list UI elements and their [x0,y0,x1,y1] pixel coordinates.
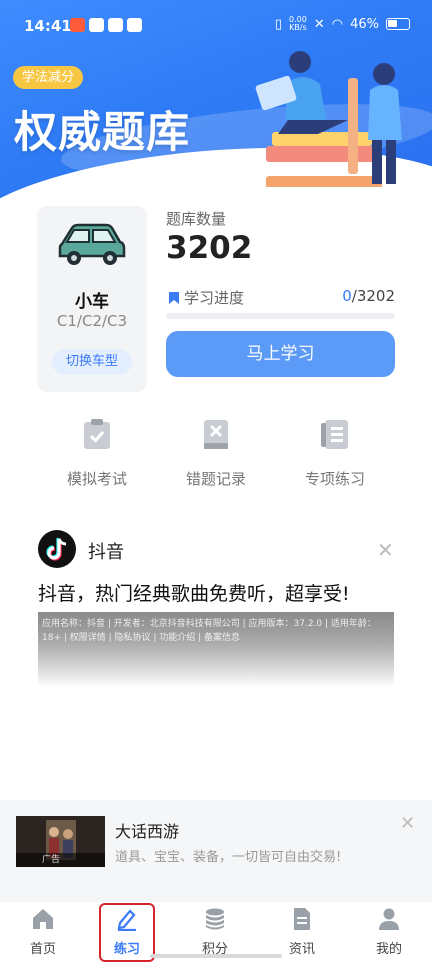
nav-profile[interactable]: 我的 [354,907,424,957]
progress-current: 0 [342,287,352,305]
home-indicator[interactable] [150,954,282,958]
wifi-icon: ◠ [331,16,344,32]
progress-label: 学习进度 [168,287,244,308]
sim-icon: ✕ [313,16,325,32]
notebook-icon [321,420,348,449]
wrong-book-icon [204,420,228,449]
progress-bar [166,313,395,319]
clipboard-check-icon [84,419,110,449]
nav-news[interactable]: 资讯 [267,907,337,957]
hero-title: 权威题库 [14,108,190,158]
status-time: 14:41 [24,17,72,35]
wrong-questions-label: 错题记录 [185,470,246,488]
ad-app-info[interactable]: 应用名称：抖音 | 开发者：北京抖音科技有限公司 | 应用版本：37.2.0 |… [42,617,392,645]
nav-home-label: 首页 [29,942,56,957]
special-practice-button[interactable]: 专项练习 [280,418,390,489]
practice-highlight-box [99,903,155,962]
douyin-logo-icon[interactable] [38,530,76,568]
mock-exam-button[interactable]: 模拟考试 [42,418,152,489]
battery-icon [386,18,410,30]
nav-points[interactable]: 积分 [180,907,250,957]
question-count: 3202 [166,230,253,266]
vehicle-name: 小车 [75,292,109,312]
notification-app-icon [70,18,85,32]
car-icon [58,223,126,265]
game-ad-description[interactable]: 道具、宝宝、装备，一切皆可自由交易! [115,846,341,865]
special-practice-label: 专项练习 [304,470,365,488]
nav-home[interactable]: 首页 [8,907,78,957]
notification-app-icon [89,18,104,32]
network-speed-unit: KB/s [289,23,307,32]
vehicle-license-types: C1/C2/C3 [56,312,128,330]
vibrate-icon: ▯ [274,16,283,32]
ad-slogan[interactable]: 抖音，热门经典歌曲免费听，超享受! [38,579,350,606]
notification-app-icon [108,18,123,32]
status-bar: 14:41 ▯ 0.00 KB/s ✕ ◠ 46% [0,0,432,52]
study-illustration [255,51,402,192]
battery-level: 46% [350,16,379,32]
network-speed: 0.00 KB/s [289,16,307,32]
nav-profile-label: 我的 [375,942,402,957]
coins-icon [206,908,224,930]
wrong-questions-button[interactable]: 错题记录 [161,418,271,489]
switch-vehicle-button[interactable]: 切换车型 [52,349,132,375]
progress-total: /3202 [351,287,395,305]
ad-label: 广告 [16,853,105,867]
vehicle-panel: 小车 C1/C2/C3 切换车型 [37,206,147,392]
close-game-ad-icon[interactable]: ✕ [400,813,415,834]
user-icon [379,908,399,930]
status-right: ▯ 0.00 KB/s ✕ ◠ 46% [275,16,410,32]
notification-app-icon [127,18,142,32]
ad-app-name[interactable]: 抖音 [88,538,124,564]
close-ad-icon[interactable]: ✕ [377,538,394,562]
home-icon [33,909,53,929]
mock-exam-label: 模拟考试 [66,470,127,488]
game-ad-title[interactable]: 大话西游 [115,818,179,842]
progress-label-text: 学习进度 [184,289,245,307]
notification-icons [70,18,142,32]
progress-count: 0/3202 [342,287,395,305]
start-study-button[interactable]: 马上学习 [166,331,395,377]
question-count-label: 题库数量 [166,210,227,228]
bookmark-icon [169,291,179,304]
game-ad-thumbnail[interactable]: 广告 [16,816,105,867]
document-icon [294,908,310,930]
hero-badge: 学法减分 [13,66,84,89]
